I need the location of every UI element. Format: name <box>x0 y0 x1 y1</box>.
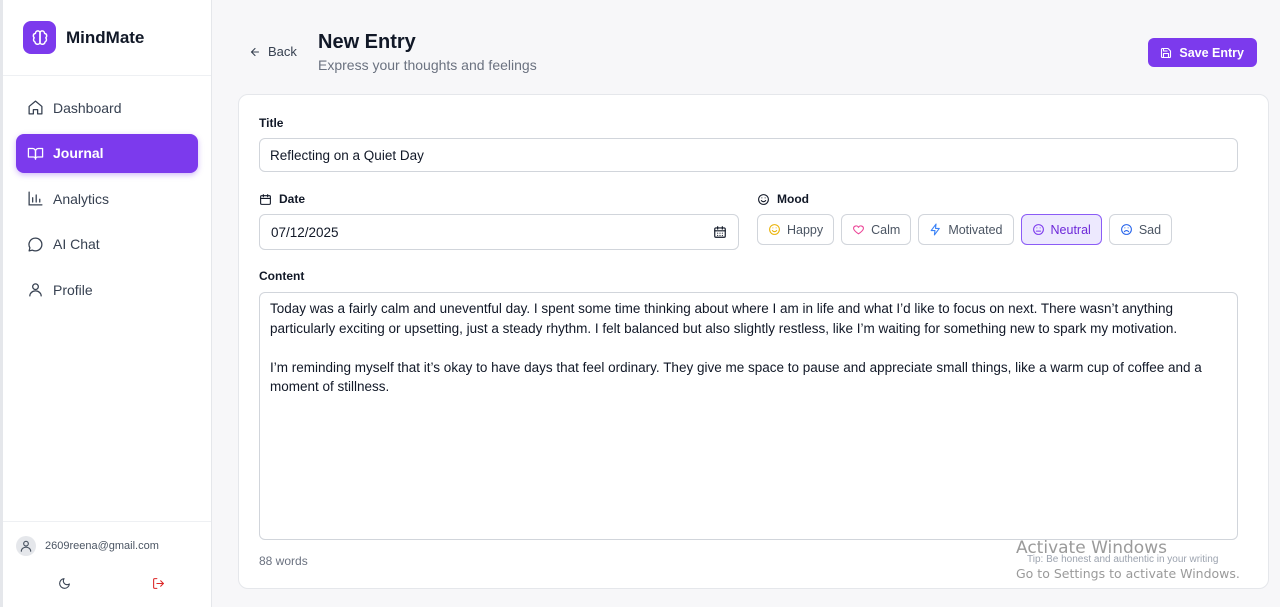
sidebar-item-profile[interactable]: Profile <box>16 270 198 309</box>
sidebar-item-ai-chat[interactable]: AI Chat <box>16 225 198 264</box>
sidebar-item-label: Profile <box>53 281 93 298</box>
page-subtitle: Express your thoughts and feelings <box>318 57 537 73</box>
sidebar: MindMate Dashboard Journal Analytics AI … <box>0 0 212 607</box>
sidebar-nav: Dashboard Journal Analytics AI Chat Prof… <box>3 76 211 309</box>
mood-option-label: Calm <box>871 222 901 237</box>
save-label: Save Entry <box>1179 45 1244 60</box>
date-value: 07/12/2025 <box>271 224 339 240</box>
title-label: Title <box>259 116 284 130</box>
footer-actions <box>16 574 211 592</box>
mood-option-label: Motivated <box>948 222 1003 237</box>
sidebar-item-label: Dashboard <box>53 99 122 116</box>
page-header: Back New Entry Express your thoughts and… <box>212 0 1280 90</box>
main-content: Back New Entry Express your thoughts and… <box>212 0 1280 607</box>
mood-option-label: Neutral <box>1050 222 1091 237</box>
mood-options: Happy Calm Motivated Neutral Sad <box>757 214 1179 245</box>
sidebar-item-label: Journal <box>53 145 104 161</box>
smile-icon <box>757 193 770 206</box>
moon-icon[interactable] <box>55 574 73 592</box>
content-paragraph: Today was a fairly calm and uneventful d… <box>270 301 1178 336</box>
neutral-face-icon <box>1032 223 1045 236</box>
page-title: New Entry <box>318 31 416 53</box>
back-button[interactable]: Back <box>249 44 297 59</box>
title-input[interactable] <box>259 138 1238 172</box>
sidebar-item-dashboard[interactable]: Dashboard <box>16 88 198 127</box>
mood-option-label: Sad <box>1138 222 1162 237</box>
sidebar-item-journal[interactable]: Journal <box>16 133 198 173</box>
content-textarea[interactable]: Today was a fairly calm and uneventful d… <box>259 292 1238 540</box>
user-icon <box>26 281 44 299</box>
heart-icon <box>852 223 865 236</box>
mood-option-motivated[interactable]: Motivated <box>918 214 1014 245</box>
avatar[interactable] <box>16 536 36 556</box>
mood-option-sad[interactable]: Sad <box>1108 214 1173 245</box>
logout-icon[interactable] <box>149 574 167 592</box>
app-name: MindMate <box>66 27 145 47</box>
sad-face-icon <box>1120 223 1133 236</box>
book-icon <box>26 144 44 162</box>
calendar-icon <box>259 193 272 206</box>
chat-icon <box>26 235 44 253</box>
mood-option-neutral[interactable]: Neutral <box>1020 214 1102 245</box>
mood-option-label: Happy <box>787 222 824 237</box>
brain-icon[interactable] <box>23 21 56 54</box>
writing-tip: Tip: Be honest and authentic in your wri… <box>1027 554 1219 565</box>
sidebar-footer: 2609reena@gmail.com <box>3 521 211 607</box>
lightning-icon <box>929 223 942 236</box>
app-root: MindMate Dashboard Journal Analytics AI … <box>0 0 1280 607</box>
word-count: 88 words <box>259 554 308 568</box>
user-email: 2609reena@gmail.com <box>45 540 159 552</box>
user-info: 2609reena@gmail.com <box>16 536 211 556</box>
save-icon <box>1160 47 1172 59</box>
content-label: Content <box>259 269 305 283</box>
content-paragraph: I’m reminding myself that it’s okay to h… <box>270 359 1202 395</box>
mood-option-calm[interactable]: Calm <box>841 214 912 245</box>
sidebar-item-analytics[interactable]: Analytics <box>16 179 198 218</box>
mood-label: Mood <box>777 192 809 206</box>
brand: MindMate <box>3 0 211 76</box>
sidebar-item-label: AI Chat <box>53 236 100 252</box>
date-label-row: Date <box>259 192 305 206</box>
entry-form-card: Title Date 07/12/2025 Mood <box>238 94 1269 589</box>
sidebar-item-label: Analytics <box>53 190 110 207</box>
arrow-left-icon <box>249 46 261 58</box>
smile-icon <box>768 223 781 236</box>
mood-label-row: Mood <box>757 192 809 206</box>
bar-chart-icon <box>26 190 44 208</box>
save-entry-button[interactable]: Save Entry <box>1148 38 1257 67</box>
calendar-picker-icon[interactable] <box>713 225 727 239</box>
title-block: New Entry Express your thoughts and feel… <box>318 30 537 73</box>
mood-option-happy[interactable]: Happy <box>757 214 835 245</box>
back-label: Back <box>268 44 297 59</box>
date-label: Date <box>279 192 306 206</box>
home-icon <box>26 99 44 117</box>
date-input[interactable]: 07/12/2025 <box>259 214 739 250</box>
